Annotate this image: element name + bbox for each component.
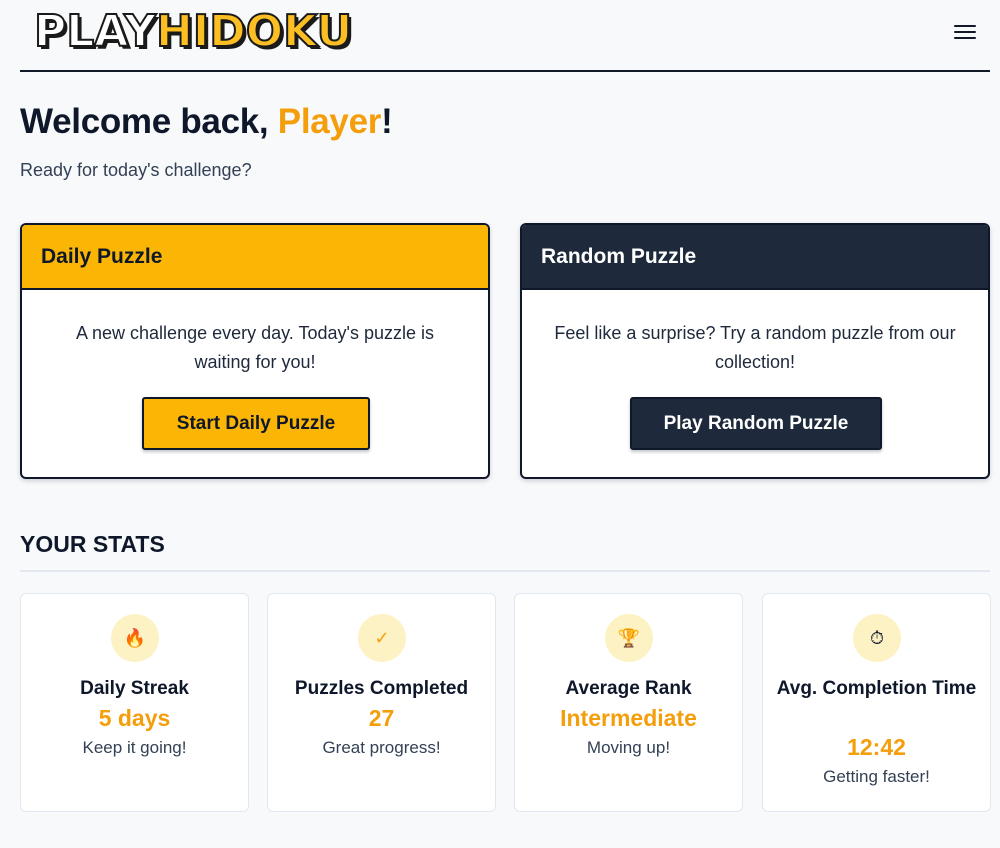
trophy-icon: 🏆 <box>605 614 653 662</box>
daily-puzzle-description: A new challenge every day. Today's puzzl… <box>76 323 434 372</box>
welcome-prefix: Welcome back, <box>20 102 278 141</box>
stat-note: Keep it going! <box>82 738 187 757</box>
welcome-heading: Welcome back, Player! <box>20 102 393 142</box>
stat-label: Avg. Completion Time <box>776 678 977 699</box>
stopwatch-icon: ⏱ <box>853 614 901 662</box>
stat-value: Intermediate <box>560 705 697 731</box>
hamburger-menu-icon[interactable] <box>954 22 976 40</box>
stat-note: Getting faster! <box>823 767 930 786</box>
random-puzzle-card: Random Puzzle Feel like a surprise? Try … <box>520 223 990 479</box>
start-daily-puzzle-button[interactable]: Start Daily Puzzle <box>142 397 370 450</box>
stat-value: 12:42 <box>847 734 906 760</box>
random-puzzle-title: Random Puzzle <box>522 225 988 290</box>
site-header: PLAYHIDOKU <box>20 0 990 72</box>
stat-label: Average Rank <box>565 678 692 699</box>
player-name: Player <box>277 102 382 141</box>
daily-puzzle-title: Daily Puzzle <box>22 225 488 290</box>
stat-card-average-rank: 🏆 Average Rank Intermediate Moving up! <box>514 593 743 812</box>
stat-label: Daily Streak <box>80 678 189 699</box>
stat-note: Great progress! <box>322 738 441 757</box>
logo-hidoku-text: HIDOKU <box>155 5 353 58</box>
welcome-suffix: ! <box>381 102 393 141</box>
logo-play-text: PLAY <box>33 5 157 58</box>
play-random-puzzle-button[interactable]: Play Random Puzzle <box>630 397 882 450</box>
stat-card-avg-completion-time: ⏱ Avg. Completion Time 12:42 Getting fas… <box>762 593 991 812</box>
stat-card-puzzles-completed: ✓ Puzzles Completed 27 Great progress! <box>267 593 496 812</box>
stat-value: 5 days <box>98 705 171 731</box>
stat-label: Puzzles Completed <box>294 678 469 699</box>
daily-puzzle-card: Daily Puzzle A new challenge every day. … <box>20 223 490 479</box>
welcome-subtitle: Ready for today's challenge? <box>20 160 252 180</box>
stats-title: YOUR STATS <box>20 531 165 557</box>
stat-note: Moving up! <box>586 738 671 757</box>
stat-card-daily-streak: 🔥 Daily Streak 5 days Keep it going! <box>20 593 249 812</box>
stats-divider <box>20 570 990 572</box>
stat-value: 27 <box>368 705 395 731</box>
checkmark-icon: ✓ <box>358 614 406 662</box>
playhidoku-logo[interactable]: PLAYHIDOKU <box>33 5 353 58</box>
fire-icon: 🔥 <box>111 614 159 662</box>
random-puzzle-description: Feel like a surprise? Try a random puzzl… <box>554 323 956 372</box>
